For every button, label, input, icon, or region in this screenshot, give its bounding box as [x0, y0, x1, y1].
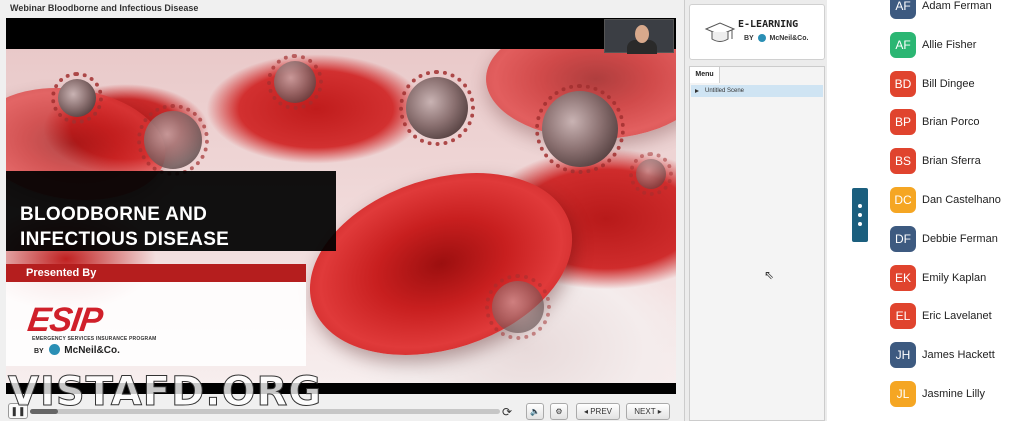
avatar: JH — [890, 342, 916, 369]
participant-item[interactable]: BS Brian Sferra — [890, 148, 1024, 175]
participant-name: Allie Fisher — [922, 38, 977, 51]
graduation-cap-icon — [704, 22, 736, 42]
avatar: BS — [890, 148, 916, 175]
virus-image — [137, 104, 209, 176]
avatar: BD — [890, 70, 916, 97]
mcneil-name: McNeil&Co. — [64, 345, 120, 356]
volume-icon: 🔈 — [530, 407, 540, 416]
avatar: DF — [890, 225, 916, 252]
presenter-head — [635, 25, 649, 43]
gear-icon: ⚙ — [555, 407, 563, 416]
participants-list: AF Adam Ferman AF Allie Fisher BD Bill Dingee… — [874, 0, 1024, 421]
avatar: EK — [890, 264, 916, 291]
slide-title: BLOODBORNE AND INFECTIOUS DISEASE — [20, 202, 229, 252]
participant-name: Adam Ferman — [922, 0, 992, 12]
participant-item[interactable]: DF Debbie Ferman — [890, 225, 1024, 252]
tab-menu[interactable]: Menu — [690, 67, 720, 83]
course-title: Webinar Bloodborne and Infectious Diseas… — [10, 3, 199, 13]
mcneil-icon — [757, 34, 766, 42]
participant-name: Brian Sferra — [922, 155, 981, 168]
slide-title-line1: BLOODBORNE AND — [20, 204, 208, 225]
participant-item[interactable]: EL Eric Lavelanet — [890, 303, 1024, 330]
course-player: Webinar Bloodborne and Infectious Diseas… — [0, 0, 684, 421]
mcneil-by: BY — [34, 348, 44, 355]
participant-name: Dan Castelhano — [922, 194, 1001, 206]
participant-item[interactable]: BP Brian Porco — [890, 109, 1024, 136]
elearning-by: BY — [744, 35, 754, 42]
elearning-title: E-LEARNING — [738, 19, 799, 30]
participant-name: Debbie Ferman — [922, 232, 998, 245]
elearning-byline: BY McNeil&Co. — [744, 34, 808, 42]
presented-by-banner: Presented By — [6, 264, 306, 282]
elearning-company: McNeil&Co. — [769, 35, 809, 42]
virus-image — [535, 84, 625, 174]
participant-name: James Hackett — [922, 349, 995, 362]
virus-image — [267, 54, 323, 110]
participant-item[interactable]: BD Bill Dingee — [890, 70, 1024, 97]
virus-image — [629, 152, 673, 196]
presenter-video[interactable] — [604, 19, 674, 54]
mcneil-icon — [48, 344, 60, 355]
esip-tagline: EMERGENCY SERVICES INSURANCE PROGRAM — [32, 336, 157, 342]
zoom-window: Webinar Bloodborne and Infectious Diseas… — [0, 0, 1024, 421]
course-sidebar: E-LEARNING BY McNeil&Co. Menu Untitled S… — [684, 0, 827, 421]
prev-button[interactable]: ◂ PREV — [576, 403, 620, 420]
mcneil-logo: BY McNeil&Co. — [34, 344, 120, 356]
esip-logo: ESIP — [25, 301, 105, 339]
slide-stage: BLOODBORNE AND INFECTIOUS DISEASE Presen… — [6, 18, 676, 394]
participant-name: Emily Kaplan — [922, 271, 987, 284]
watermark: VISTAFD.ORG — [7, 369, 323, 416]
next-button[interactable]: NEXT ▸ — [626, 403, 670, 420]
settings-button[interactable]: ⚙ — [550, 403, 568, 420]
mouse-pointer-icon: ⇖ — [764, 268, 775, 282]
avatar: JL — [890, 381, 916, 407]
avatar: EL — [890, 303, 916, 330]
replay-icon[interactable]: ⟳ — [502, 405, 512, 419]
avatar: BP — [890, 109, 916, 136]
participant-item[interactable]: DC Dan Castelhano — [890, 187, 1024, 213]
menu-panel: Menu Untitled Scene — [689, 66, 825, 421]
avatar: AF — [890, 31, 916, 58]
virus-image — [51, 72, 103, 124]
participant-name: Eric Lavelanet — [922, 310, 992, 323]
participant-item[interactable]: AF Adam Ferman — [890, 0, 1024, 19]
participant-item[interactable]: AF Allie Fisher — [890, 31, 1024, 58]
avatar: DC — [890, 187, 916, 213]
volume-button[interactable]: 🔈 — [526, 403, 544, 420]
participant-item[interactable]: JH James Hackett — [890, 342, 1024, 369]
avatar: AF — [890, 0, 916, 19]
participant-name: Jasmine Lilly — [922, 388, 985, 400]
panel-drag-handle[interactable] — [852, 188, 868, 242]
participant-name: Brian Porco — [922, 116, 980, 129]
virus-image — [399, 70, 475, 146]
elearning-logo: E-LEARNING BY McNeil&Co. — [689, 4, 825, 60]
slide-title-line2: INFECTIOUS DISEASE — [20, 229, 230, 250]
scene-item[interactable]: Untitled Scene — [691, 85, 823, 97]
participant-item[interactable]: JL Jasmine Lilly — [890, 381, 1024, 407]
virus-image — [485, 274, 551, 340]
participant-name: Bill Dingee — [922, 77, 975, 90]
participant-item[interactable]: EK Emily Kaplan — [890, 264, 1024, 291]
